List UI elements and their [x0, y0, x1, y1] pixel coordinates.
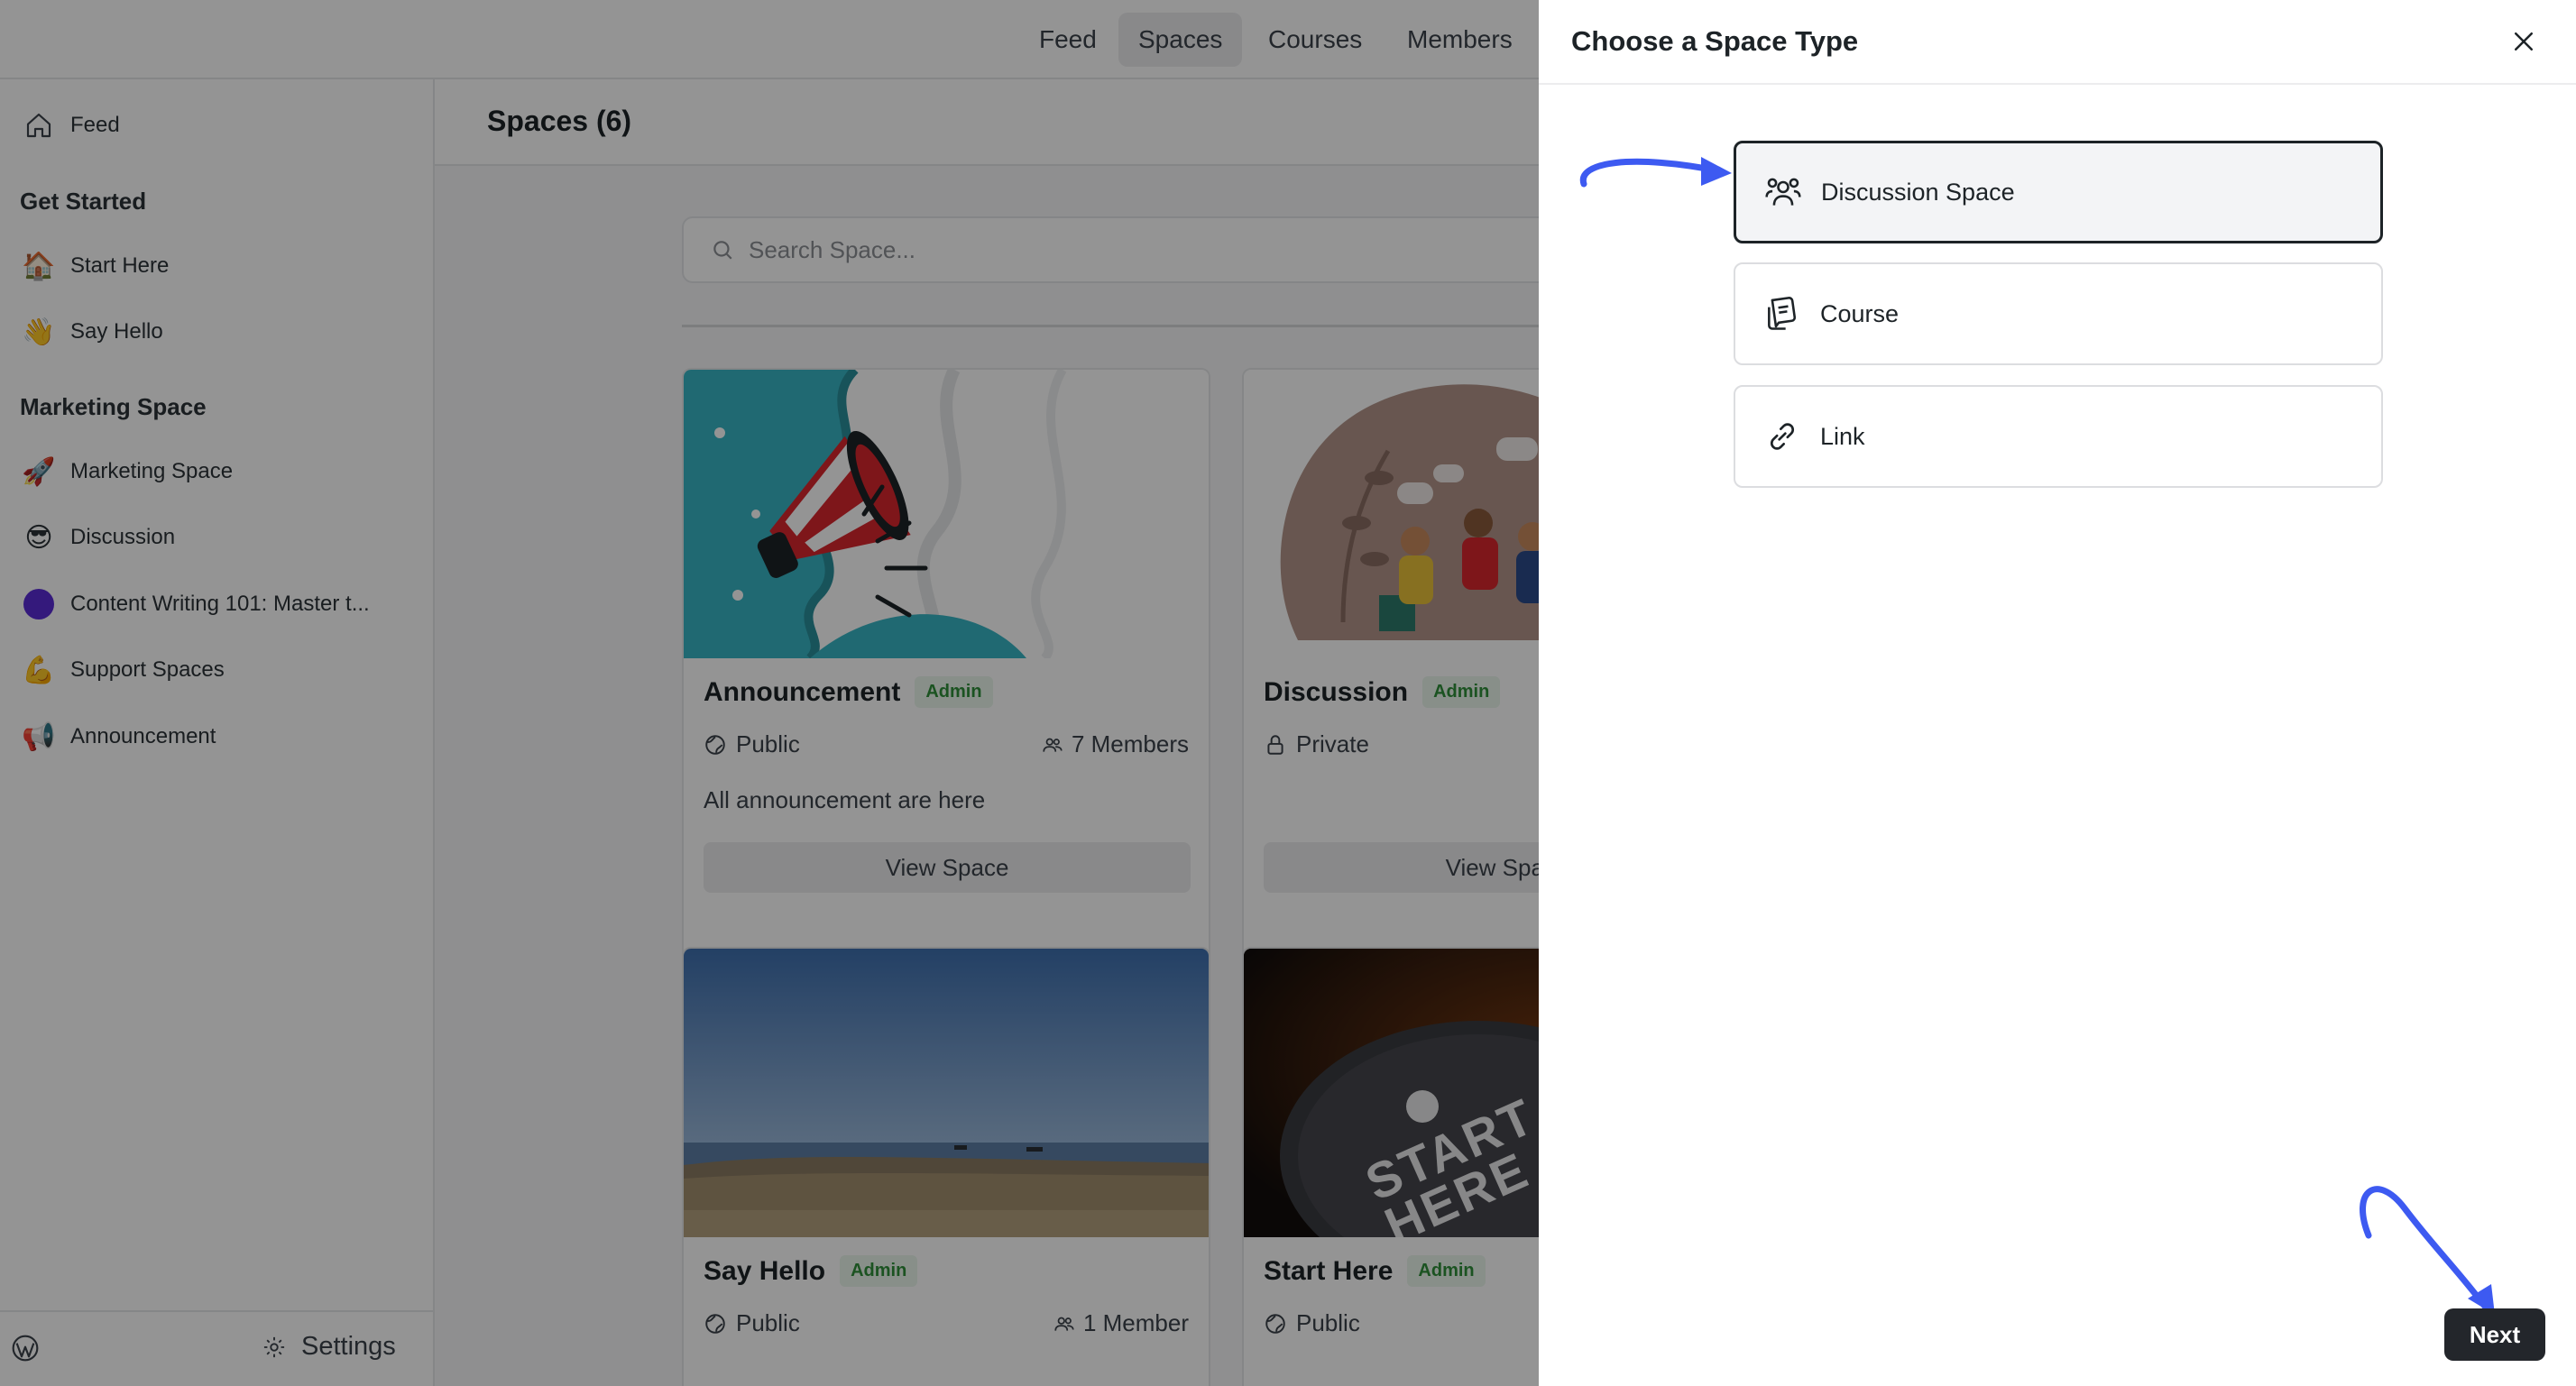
link-icon: [1762, 417, 1802, 456]
drawer-title: Choose a Space Type: [1571, 25, 1859, 57]
option-course[interactable]: Course: [1734, 262, 2383, 365]
next-button[interactable]: Next: [2444, 1308, 2545, 1361]
users-icon: [1763, 172, 1803, 212]
option-label: Link: [1820, 422, 1865, 450]
course-icon: [1762, 294, 1802, 334]
option-label: Course: [1820, 299, 1900, 327]
close-icon: [2510, 28, 2537, 55]
annotation-arrow-icon: [2360, 1186, 2495, 1315]
space-type-drawer: Choose a Space Type Discussion Space Cou…: [1539, 0, 2576, 1386]
option-link[interactable]: Link: [1734, 385, 2383, 488]
option-discussion-space[interactable]: Discussion Space: [1734, 141, 2383, 243]
close-button[interactable]: [2507, 25, 2540, 58]
option-label: Discussion Space: [1821, 178, 2015, 206]
modal-backdrop[interactable]: [0, 0, 1539, 1386]
annotation-arrow-icon: [1579, 157, 1732, 188]
drawer-header: Choose a Space Type: [1539, 0, 2576, 85]
